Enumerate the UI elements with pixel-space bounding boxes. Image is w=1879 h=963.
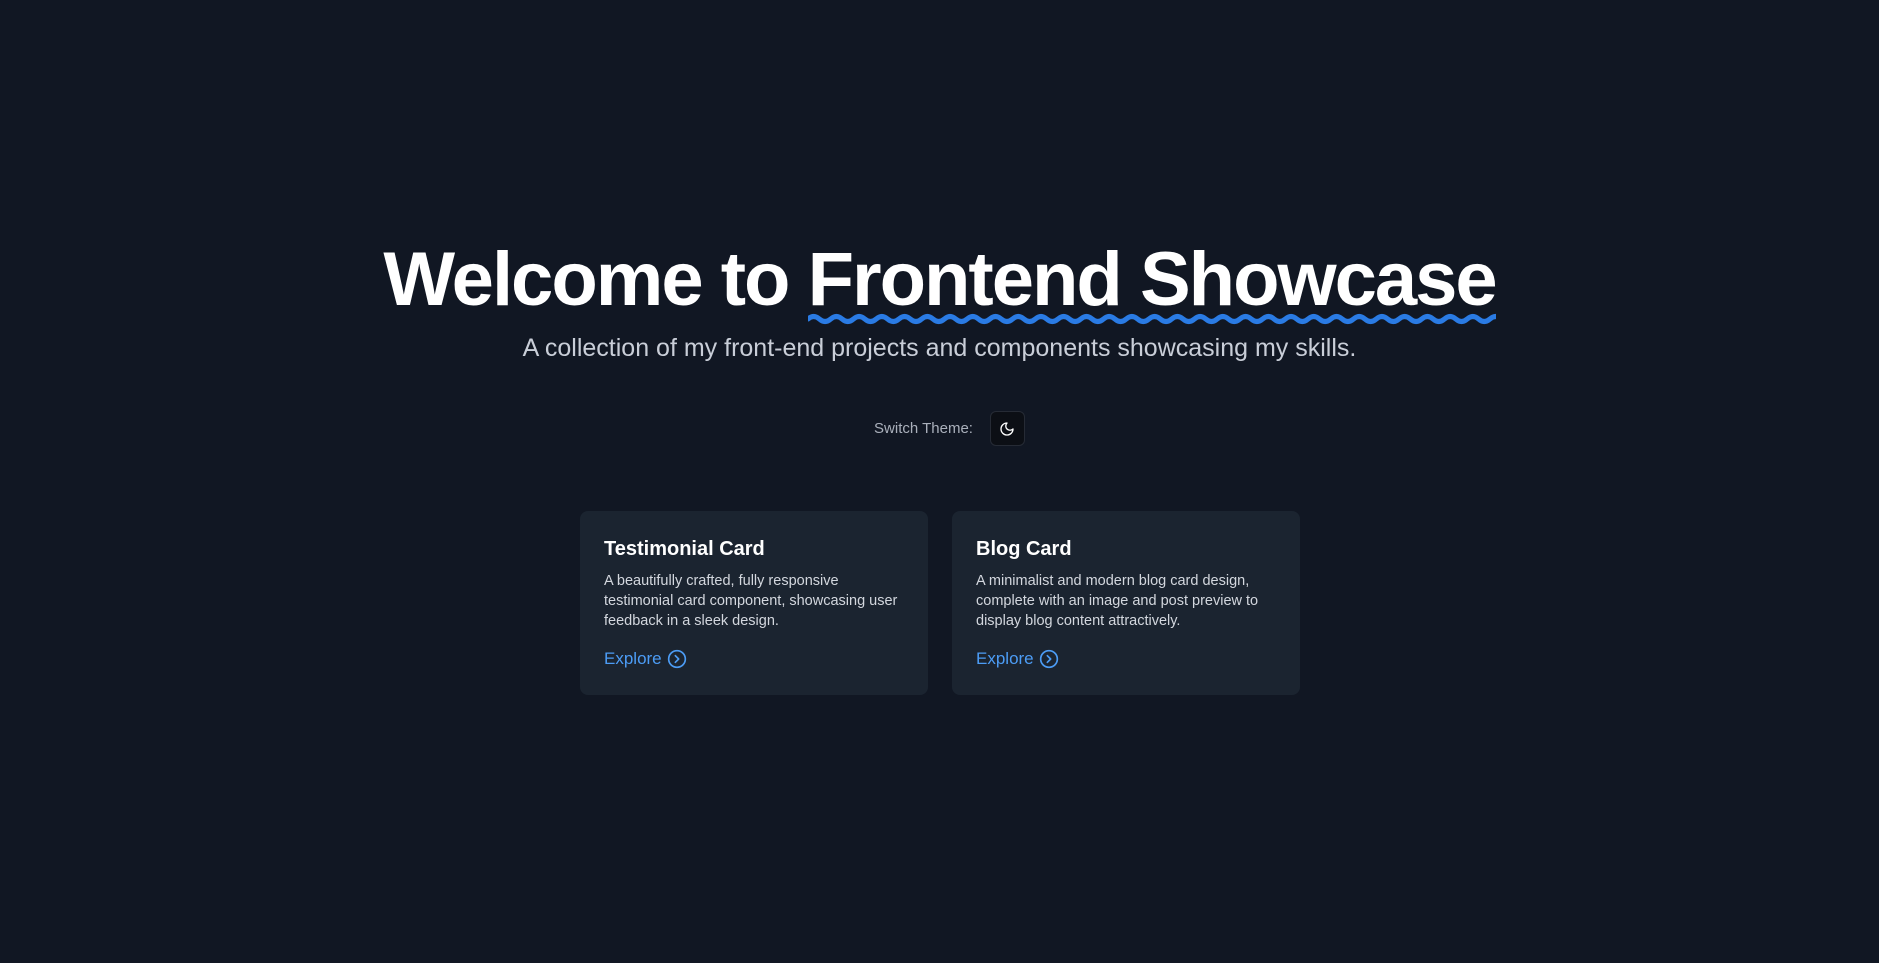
chevron-right-circle-icon xyxy=(667,649,686,669)
theme-label: Switch Theme: xyxy=(874,420,973,437)
title-highlight: Frontend Showcase xyxy=(807,236,1498,324)
card-description: A minimalist and modern blog card design… xyxy=(976,573,1259,629)
moon-icon xyxy=(1000,421,1015,436)
explore-link-testimonial[interactable]: Explore xyxy=(604,649,687,669)
page: Welcome to Frontend Showcase A collectio… xyxy=(0,0,1879,963)
page-title: Welcome to Frontend Showcase xyxy=(0,236,1879,324)
explore-label: Explore xyxy=(604,649,662,668)
page-subtitle: A collection of my front-end projects an… xyxy=(522,334,1357,362)
card-testimonial: Testimonial Card A beautifully crafted, … xyxy=(580,511,928,695)
explore-link-blog[interactable]: Explore xyxy=(976,649,1059,669)
title-prefix: Welcome to xyxy=(383,237,808,322)
card-title: Testimonial Card xyxy=(604,538,765,560)
theme-toggle-button[interactable] xyxy=(989,411,1025,446)
squiggle-underline xyxy=(807,314,1496,324)
card-blog: Blog Card A minimalist and modern blog c… xyxy=(952,511,1300,695)
theme-switcher: Switch Theme: xyxy=(0,411,1879,446)
card-title: Blog Card xyxy=(976,538,1072,560)
explore-label: Explore xyxy=(976,649,1034,668)
project-cards: Testimonial Card A beautifully crafted, … xyxy=(580,511,1300,695)
chevron-right-circle-icon xyxy=(1039,649,1058,669)
hero: Welcome to Frontend Showcase A collectio… xyxy=(0,236,1879,364)
card-description: A beautifully crafted, fully responsive … xyxy=(604,573,898,629)
